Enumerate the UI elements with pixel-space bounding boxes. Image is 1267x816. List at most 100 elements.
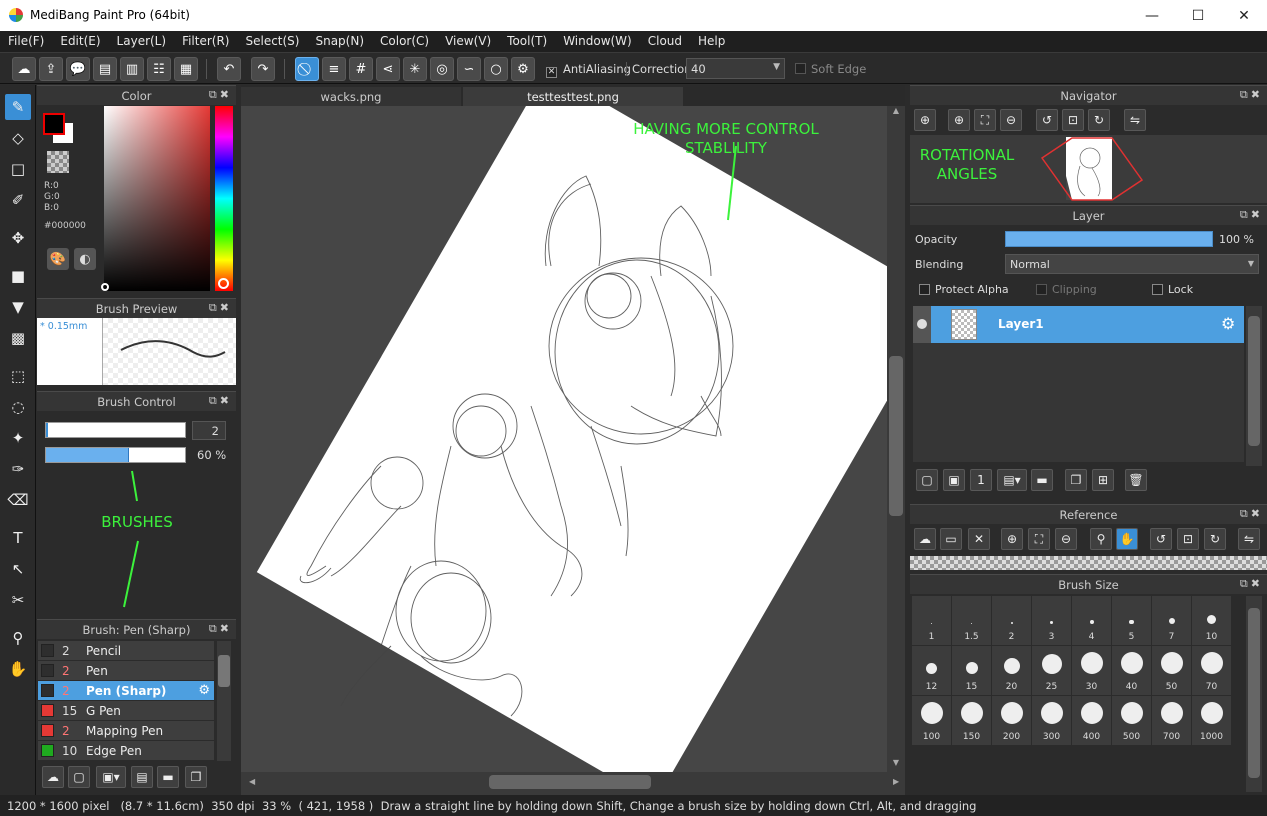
layer-opacity-slider[interactable] — [1005, 231, 1213, 247]
brush-item-g-pen[interactable]: 15 G Pen — [38, 701, 214, 721]
hand-tool-icon[interactable]: ✋ — [5, 656, 31, 682]
bucket-tool-icon[interactable]: ▼ — [5, 294, 31, 320]
layer-row-layer1[interactable]: Layer1 ⚙ — [913, 306, 1244, 343]
eyedropper-tool-icon[interactable]: ⚲ — [5, 625, 31, 651]
duplicate-icon[interactable]: ❐ — [185, 766, 207, 788]
brush-size-option[interactable]: 15 — [952, 646, 991, 695]
brush-size-option[interactable]: 700 — [1152, 696, 1191, 745]
text-tool-icon[interactable]: T — [5, 525, 31, 551]
eye-icon[interactable] — [917, 319, 927, 329]
comment-icon[interactable]: 💬 — [66, 57, 90, 81]
brush-size-option[interactable]: 1.5 — [952, 596, 991, 645]
brush-item-pen-sharp[interactable]: 2 Pen (Sharp) ⚙ — [38, 681, 214, 701]
select-eraser-icon[interactable]: ⌫ — [5, 487, 31, 513]
menu-select[interactable]: Select(S) — [237, 31, 307, 52]
hue-slider[interactable] — [215, 106, 233, 291]
eyedropper-icon[interactable]: ⚲ — [1090, 528, 1112, 550]
new-layer-icon[interactable]: ▢ — [916, 469, 938, 491]
scroll-thumb[interactable] — [218, 655, 230, 687]
snap-off-icon[interactable]: ⃠ — [295, 57, 319, 81]
fit-window-icon[interactable]: ⛶ — [1028, 528, 1050, 550]
zoom-in-icon[interactable]: ⊕ — [1001, 528, 1023, 550]
open-reference-icon[interactable]: ▭ — [940, 528, 962, 550]
redo-icon[interactable]: ↷ — [251, 57, 275, 81]
page-edit-icon[interactable]: ▦ — [174, 57, 198, 81]
color-picker-icon[interactable]: ◐ — [74, 248, 96, 270]
scroll-right-icon[interactable]: ▶ — [893, 777, 899, 786]
menu-edit[interactable]: Edit(E) — [52, 31, 108, 52]
vertical-scrollbar[interactable]: ▲ ▼ — [887, 106, 905, 772]
brush-size-option[interactable]: 1 — [912, 596, 951, 645]
flip-horizontal-icon[interactable]: ⇋ — [1124, 109, 1146, 131]
brush-list-scrollbar[interactable] — [217, 641, 231, 761]
primary-color-swatch[interactable] — [43, 113, 65, 135]
cloud-icon[interactable]: ☁ — [12, 57, 36, 81]
brush-size-option[interactable]: 200 — [992, 696, 1031, 745]
hue-cursor[interactable] — [218, 278, 229, 289]
brush-size-option[interactable]: 1000 — [1192, 696, 1231, 745]
layer-scroll-thumb[interactable] — [1248, 316, 1260, 446]
navigator-preview[interactable]: ROTATIONAL ANGLES — [910, 135, 1267, 203]
brush-size-option[interactable]: 30 — [1072, 646, 1111, 695]
saturation-value-square[interactable] — [104, 106, 210, 291]
close-reference-icon[interactable]: ✕ — [968, 528, 990, 550]
scroll-down-icon[interactable]: ▼ — [887, 758, 905, 767]
duplicate-layer-icon[interactable]: ❐ — [1065, 469, 1087, 491]
chat-icon[interactable]: ▤ — [93, 57, 117, 81]
correction-dropdown[interactable]: 40 ▼ — [686, 58, 785, 79]
protect-alpha-checkbox[interactable] — [919, 284, 930, 298]
brush-size-option[interactable]: 400 — [1072, 696, 1111, 745]
upload-icon[interactable]: ⇪ — [39, 57, 63, 81]
transparent-color-swatch[interactable] — [47, 151, 69, 173]
scroll-left-icon[interactable]: ◀ — [249, 777, 255, 786]
brush-size-option[interactable]: 12 — [912, 646, 951, 695]
new-brush-icon[interactable]: ▢ — [68, 766, 90, 788]
reset-rotation-icon[interactable]: ⊡ — [1062, 109, 1084, 131]
circle-snap-icon[interactable]: ○ — [484, 57, 508, 81]
cloud-brush-icon[interactable]: ☁ — [42, 766, 64, 788]
canvas-area[interactable]: HAVING MORE CONTROL STABLILITY — [241, 106, 887, 772]
select-rect-icon[interactable]: ⬚ — [5, 363, 31, 389]
zoom-out-icon[interactable]: ⊖ — [1055, 528, 1077, 550]
tab-wacks[interactable]: wacks.png — [241, 87, 461, 106]
hand-icon[interactable]: ✋ — [1116, 528, 1138, 550]
menu-layer[interactable]: Layer(L) — [109, 31, 175, 52]
gear-icon[interactable]: ⚙ — [198, 683, 210, 698]
move-tool-icon[interactable]: ✥ — [5, 225, 31, 251]
scroll-up-icon[interactable]: ▲ — [887, 106, 905, 115]
merge-layer-icon[interactable]: ⊞ — [1092, 469, 1114, 491]
menu-filter[interactable]: Filter(R) — [174, 31, 237, 52]
lock-checkbox[interactable] — [1152, 284, 1163, 298]
cloud-reference-icon[interactable]: ☁ — [914, 528, 936, 550]
brush-size-option[interactable]: 40 — [1112, 646, 1151, 695]
brush-properties-icon[interactable]: ▤ — [131, 766, 153, 788]
snap-settings-icon[interactable]: ⚙ — [511, 57, 535, 81]
brush-select-icon[interactable]: ✐ — [5, 187, 31, 213]
lasso-tool-icon[interactable]: ◌ — [5, 394, 31, 420]
brush-item-edge-pen[interactable]: 10 Edge Pen — [38, 741, 214, 761]
gradient-tool-icon[interactable]: ▩ — [5, 325, 31, 351]
panel-controls-icon[interactable]: ⧉✖ — [209, 88, 232, 102]
menu-view[interactable]: View(V) — [437, 31, 499, 52]
opacity-slider[interactable] — [45, 447, 186, 463]
palette-icon[interactable]: 🎨 — [47, 248, 69, 270]
delete-layer-icon[interactable]: 🗑 — [1125, 469, 1147, 491]
close-button[interactable]: ✕ — [1221, 0, 1267, 31]
rotate-right-icon[interactable]: ↻ — [1088, 109, 1110, 131]
layer-scrollbar[interactable] — [1246, 306, 1262, 466]
reset-rotation-icon[interactable]: ⊡ — [1177, 528, 1199, 550]
new-1bit-layer-icon[interactable]: 1 — [970, 469, 992, 491]
maximize-button[interactable]: ☐ — [1175, 0, 1221, 31]
size-slider[interactable] — [45, 422, 186, 438]
rotate-left-icon[interactable]: ↺ — [1036, 109, 1058, 131]
panel-controls-icon[interactable]: ⧉✖ — [209, 394, 232, 408]
brush-size-option[interactable]: 500 — [1112, 696, 1151, 745]
brush-size-option[interactable]: 4 — [1072, 596, 1111, 645]
panel-controls-icon[interactable]: ⧉✖ — [1240, 577, 1263, 591]
zoom-out-icon[interactable]: ⊖ — [1000, 109, 1022, 131]
brush-size-option[interactable]: 7 — [1152, 596, 1191, 645]
minimize-button[interactable]: — — [1129, 0, 1175, 31]
menu-file[interactable]: File(F) — [0, 31, 52, 52]
dot-tool-icon[interactable]: □ — [5, 156, 31, 182]
divide-tool-icon[interactable]: ✂ — [5, 587, 31, 613]
